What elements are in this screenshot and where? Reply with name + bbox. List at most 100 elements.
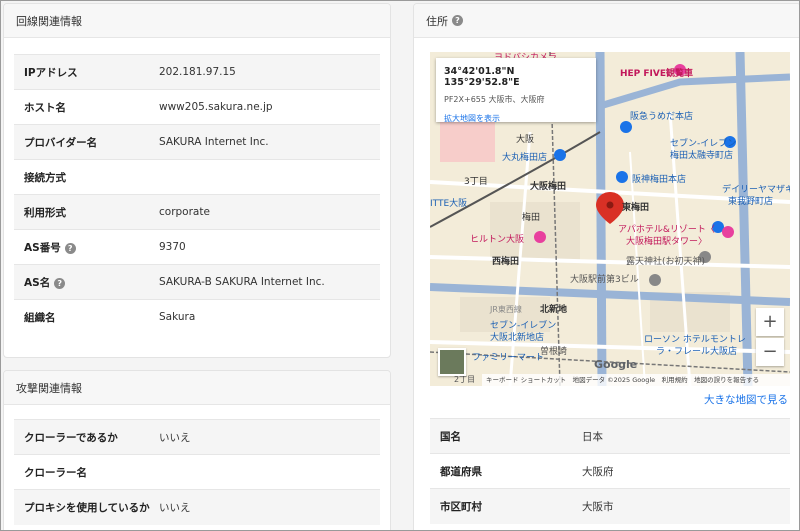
table-row: 利用形式 corporate	[14, 194, 380, 230]
row-key-label: 都道府県	[440, 465, 482, 478]
row-key: IPアドレス	[14, 54, 159, 90]
row-key-label: プロバイダー名	[24, 136, 98, 149]
enlarge-map-link[interactable]: 拡大地図を表示	[444, 113, 588, 124]
map-label: ヒルトン大阪	[470, 235, 525, 245]
attack-info-title: 攻撃関連情報	[16, 381, 82, 395]
bigger-map-link[interactable]: 大きな地図で見る	[704, 392, 788, 407]
map-label: 大丸梅田店	[502, 153, 548, 163]
table-row: 接続方式	[14, 159, 380, 195]
map-label: 露天神社(お初天神)	[626, 257, 706, 267]
row-key-label: 組織名	[24, 311, 56, 324]
map-label: 大阪梅田	[530, 182, 567, 192]
table-row: AS番号? 9370	[14, 229, 380, 265]
map-label: 大阪北新地店	[490, 333, 545, 343]
row-key-label: AS名	[24, 276, 51, 289]
table-row: クローラーであるか いいえ	[14, 419, 380, 455]
row-key: 利用形式	[14, 194, 159, 230]
table-row: 市区町村 大阪市	[430, 488, 790, 524]
row-value: 日本	[582, 418, 790, 454]
attack-info-table: クローラーであるか いいえ クローラー名 プロキシを使用しているか いいえ	[14, 419, 380, 525]
row-value: 9370	[159, 229, 380, 265]
google-logo: Google	[594, 358, 638, 371]
map-footer: キーボード ショートカット 地図データ ©2025 Google 利用規約 地図…	[482, 374, 790, 386]
map-label: ITTE大阪	[430, 199, 468, 209]
question-circle-icon[interactable]: ?	[64, 242, 76, 254]
address-table: 国名 日本都道府県 大阪府市区町村 大阪市	[430, 418, 790, 524]
table-row: AS名? SAKURA-B SAKURA Internet Inc.	[14, 264, 380, 300]
satellite-toggle[interactable]	[438, 348, 466, 376]
row-key: クローラー名	[14, 454, 159, 490]
line-info-card: 回線関連情報 IPアドレス 202.181.97.15 ホスト名 www205.sak…	[3, 3, 391, 358]
map-label: 北新地	[540, 305, 568, 315]
row-key: 国名	[430, 418, 582, 454]
page-frame: 回線関連情報 IPアドレス 202.181.97.15 ホスト名 www205.sak…	[0, 0, 800, 531]
table-row: IPアドレス 202.181.97.15	[14, 54, 380, 90]
map-label: 梅田	[522, 213, 541, 223]
row-key-label: ホスト名	[24, 101, 66, 114]
table-row: 都道府県 大阪府	[430, 453, 790, 489]
table-row: プロバイダー名 SAKURA Internet Inc.	[14, 124, 380, 160]
map-label: 3丁目	[464, 177, 488, 187]
address-title: 住所	[426, 14, 448, 28]
row-value: SAKURA-B SAKURA Internet Inc.	[159, 264, 380, 300]
line-info-title: 回線関連情報	[16, 14, 82, 28]
table-row: ホスト名 www205.sakura.ne.jp	[14, 89, 380, 125]
map-label: 東我野町店	[728, 197, 774, 207]
row-key-label: クローラー名	[24, 466, 87, 479]
question-circle-icon[interactable]: ?	[54, 277, 66, 289]
map-label: 大阪	[516, 135, 535, 145]
row-key-label: プロキシを使用しているか	[24, 501, 150, 514]
map-label: 東梅田	[622, 203, 650, 213]
map-label: ファミリーマート	[472, 353, 545, 363]
map-coordinates: 34°42'01.8"N 135°29'52.8"E	[444, 66, 520, 88]
attack-info-header: 攻撃関連情報	[4, 371, 390, 405]
row-key-label: 市区町村	[440, 500, 482, 513]
row-value: 大阪市	[582, 488, 790, 524]
map-label: 西梅田	[492, 257, 520, 267]
row-key: 都道府県	[430, 453, 582, 489]
row-value: 202.181.97.15	[159, 54, 380, 90]
row-key: ホスト名	[14, 89, 159, 125]
map-label: ラ・フレール大阪店	[656, 347, 738, 357]
row-key-label: クローラーであるか	[24, 431, 118, 444]
address-header: 住所 ?	[414, 4, 799, 38]
row-value: いいえ	[159, 419, 380, 455]
row-key: AS番号?	[14, 229, 159, 265]
row-key-label: 国名	[440, 430, 461, 443]
row-key: AS名?	[14, 264, 159, 300]
zoom-out-button[interactable]: −	[756, 338, 784, 366]
table-row: クローラー名	[14, 454, 380, 490]
map-label: JR東西線	[490, 305, 522, 314]
table-row: 国名 日本	[430, 418, 790, 454]
row-value: いいえ	[159, 489, 380, 525]
row-value: corporate	[159, 194, 380, 230]
row-value	[159, 454, 380, 490]
attack-info-card: 攻撃関連情報 クローラーであるか いいえ クローラー名 プロキシを使用しているか いいえ	[3, 370, 391, 530]
row-value	[159, 159, 380, 195]
map-label: 梅田太融寺町店	[670, 151, 734, 161]
question-circle-icon[interactable]: ?	[452, 15, 463, 26]
row-key-label: AS番号	[24, 241, 61, 254]
map-plus-code: PF2X+655 大阪市、大阪府	[444, 95, 545, 104]
map-label: 大阪梅田駅タワー〉	[626, 237, 708, 247]
zoom-in-button[interactable]: +	[756, 308, 784, 336]
row-key: クローラーであるか	[14, 419, 159, 455]
line-info-table: IPアドレス 202.181.97.15 ホスト名 www205.sakura.ne.…	[14, 54, 380, 335]
map-label: 曽根崎	[540, 347, 568, 357]
row-value: www205.sakura.ne.jp	[159, 89, 380, 125]
table-row: 組織名 Sakura	[14, 299, 380, 335]
row-key: 接続方式	[14, 159, 159, 195]
map-label: 阪急うめだ本店	[630, 112, 694, 122]
row-key: プロバイダー名	[14, 124, 159, 160]
row-key-label: 接続方式	[24, 171, 66, 184]
row-value: SAKURA Internet Inc.	[159, 124, 380, 160]
google-map[interactable]: ヨドバシカメラ HEP FIVE観覧車 阪急うめだ本店 大阪 大丸梅田店 セブン…	[430, 52, 790, 386]
row-key: 組織名	[14, 299, 159, 335]
row-key: プロキシを使用しているか	[14, 489, 159, 525]
map-label: HEP FIVE観覧車	[620, 69, 694, 79]
address-card: 住所 ? HEP FIVE観覧車 阪急うめだ本店 大阪 大丸梅田店 セブン-イレ…	[413, 3, 799, 530]
row-value: Sakura	[159, 299, 380, 335]
row-value: 大阪府	[582, 453, 790, 489]
row-key: 市区町村	[430, 488, 582, 524]
table-row: プロキシを使用しているか いいえ	[14, 489, 380, 525]
